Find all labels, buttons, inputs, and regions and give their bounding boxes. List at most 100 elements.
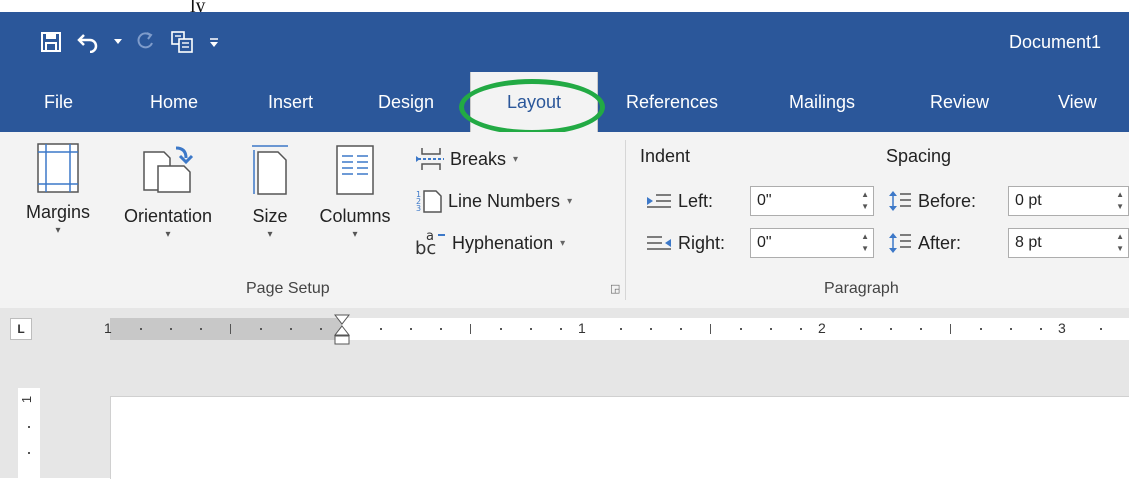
ruler-tick bbox=[1100, 328, 1102, 330]
spacing-before-input[interactable]: 0 pt ▲ ▼ bbox=[1008, 186, 1129, 216]
ruler-number: 1 bbox=[578, 320, 586, 336]
ruler-tick bbox=[770, 328, 772, 330]
ruler-tick bbox=[140, 328, 142, 330]
ruler-tick bbox=[890, 328, 892, 330]
breaks-button[interactable]: Breaks ▾ bbox=[414, 144, 518, 174]
spinner-arrows-icon[interactable]: ▲ ▼ bbox=[1116, 231, 1124, 255]
horizontal-ruler[interactable]: 1 1 2 3 bbox=[104, 314, 1129, 345]
ruler-tick bbox=[740, 328, 742, 330]
spacing-before-icon bbox=[888, 189, 912, 213]
ruler-half-mark bbox=[950, 324, 951, 334]
margins-icon bbox=[36, 142, 80, 194]
document-title: Document1 bbox=[1009, 32, 1102, 52]
ruler-tick bbox=[1010, 328, 1012, 330]
chevron-down-icon: ▾ bbox=[267, 229, 273, 240]
ruler-number: 3 bbox=[1058, 320, 1066, 336]
ruler-tick bbox=[650, 328, 652, 330]
print-layout-icon[interactable] bbox=[170, 27, 194, 57]
spinner-arrows-icon[interactable]: ▲ ▼ bbox=[861, 231, 869, 255]
quick-access-toolbar bbox=[40, 12, 220, 72]
ribbon-panel: Margins ▾ Orientation ▾ Size ▾ Columns ▾… bbox=[0, 132, 1129, 309]
ruler-tick bbox=[440, 328, 442, 330]
hyphenation-button[interactable]: bc a Hyphenation ▾ bbox=[414, 228, 565, 258]
tab-mailings[interactable]: Mailings bbox=[789, 72, 855, 132]
margins-button[interactable]: Margins ▾ bbox=[8, 142, 108, 236]
spacing-header: Spacing bbox=[886, 146, 952, 166]
breaks-label: Breaks bbox=[450, 148, 507, 169]
indent-left-icon bbox=[646, 192, 672, 210]
ruler-tick bbox=[800, 328, 802, 330]
ruler-half-mark bbox=[230, 324, 231, 334]
before-label-text: Before: bbox=[918, 190, 977, 211]
ruler-tick bbox=[170, 328, 172, 330]
indent-left-value: 0" bbox=[757, 192, 772, 209]
line-numbers-label: Line Numbers bbox=[448, 190, 561, 211]
chevron-down-icon: ▾ bbox=[352, 229, 358, 240]
right-label-text: Right: bbox=[678, 232, 726, 253]
vertical-ruler-number: 1 bbox=[19, 395, 35, 404]
undo-icon[interactable] bbox=[76, 27, 100, 57]
undo-dropdown-icon[interactable] bbox=[114, 27, 122, 57]
spinner-arrows-icon[interactable]: ▲ ▼ bbox=[861, 189, 869, 213]
chevron-down-icon: ▾ bbox=[165, 229, 171, 240]
indent-right-label: Right: bbox=[646, 228, 725, 258]
spacing-before-label: Before: bbox=[888, 186, 976, 216]
customize-toolbar-icon[interactable] bbox=[208, 27, 220, 57]
size-button[interactable]: Size ▾ bbox=[240, 142, 300, 240]
ruler-tick bbox=[560, 328, 562, 330]
indent-left-input[interactable]: 0" ▲ ▼ bbox=[750, 186, 874, 216]
tab-references[interactable]: References bbox=[626, 72, 718, 132]
chevron-down-icon: ▾ bbox=[55, 225, 61, 236]
tab-home[interactable]: Home bbox=[150, 72, 198, 132]
hyphenation-label: Hyphenation bbox=[452, 232, 554, 253]
tab-layout[interactable]: Layout bbox=[470, 72, 598, 132]
ribbon-tabs: File Home Insert Design Layout Reference… bbox=[0, 72, 1129, 132]
left-label-text: Left: bbox=[678, 190, 714, 211]
line-numbers-button[interactable]: 123 Line Numbers ▾ bbox=[414, 186, 572, 216]
ruler-tick bbox=[530, 328, 532, 330]
tab-file[interactable]: File bbox=[44, 72, 73, 132]
tab-view[interactable]: View bbox=[1058, 72, 1097, 132]
vertical-ruler[interactable]: 1 bbox=[18, 388, 40, 478]
indent-right-icon bbox=[646, 234, 672, 252]
title-bar: Document1 bbox=[0, 12, 1129, 72]
indent-left-label: Left: bbox=[646, 186, 713, 216]
paragraph-group-label: Paragraph bbox=[824, 280, 899, 297]
tab-selector-button[interactable]: L bbox=[10, 318, 32, 340]
ruler-tick bbox=[980, 328, 982, 330]
hyphenation-icon: bc a bbox=[414, 229, 448, 257]
ruler-tick bbox=[260, 328, 262, 330]
breaks-icon bbox=[414, 146, 446, 172]
tab-review[interactable]: Review bbox=[930, 72, 989, 132]
chevron-down-icon: ▾ bbox=[513, 153, 519, 165]
spacing-after-input[interactable]: 8 pt ▲ ▼ bbox=[1008, 228, 1129, 258]
svg-text:3: 3 bbox=[416, 204, 421, 213]
ruler-tick bbox=[410, 328, 412, 330]
ruler-tick bbox=[860, 328, 862, 330]
columns-button[interactable]: Columns ▾ bbox=[310, 142, 400, 240]
tab-insert[interactable]: Insert bbox=[268, 72, 313, 132]
ruler-half-mark bbox=[710, 324, 711, 334]
ruler-tick bbox=[28, 452, 30, 454]
spacing-after-label: After: bbox=[888, 228, 961, 258]
tab-design[interactable]: Design bbox=[378, 72, 434, 132]
size-icon bbox=[248, 142, 292, 198]
size-label: Size bbox=[252, 206, 288, 226]
spinner-arrows-icon[interactable]: ▲ ▼ bbox=[1116, 189, 1124, 213]
page-caption-fragment: ly bbox=[190, 0, 206, 12]
ruler-tick bbox=[680, 328, 682, 330]
page-setup-group-label: Page Setup bbox=[246, 280, 330, 297]
save-icon[interactable] bbox=[40, 27, 62, 57]
indent-marker-icon[interactable] bbox=[334, 314, 350, 346]
document-page[interactable] bbox=[110, 396, 1129, 479]
chevron-down-icon: ▾ bbox=[567, 195, 573, 207]
indent-right-input[interactable]: 0" ▲ ▼ bbox=[750, 228, 874, 258]
page-setup-launcher-icon[interactable]: ◲ bbox=[610, 282, 620, 295]
ruler-number: 2 bbox=[818, 320, 826, 336]
orientation-button[interactable]: Orientation ▾ bbox=[108, 142, 228, 240]
chevron-down-icon: ▾ bbox=[560, 237, 566, 249]
ruler-half-mark bbox=[470, 324, 471, 334]
ruler-tick bbox=[380, 328, 382, 330]
after-label-text: After: bbox=[918, 232, 962, 253]
ruler-tick bbox=[500, 328, 502, 330]
